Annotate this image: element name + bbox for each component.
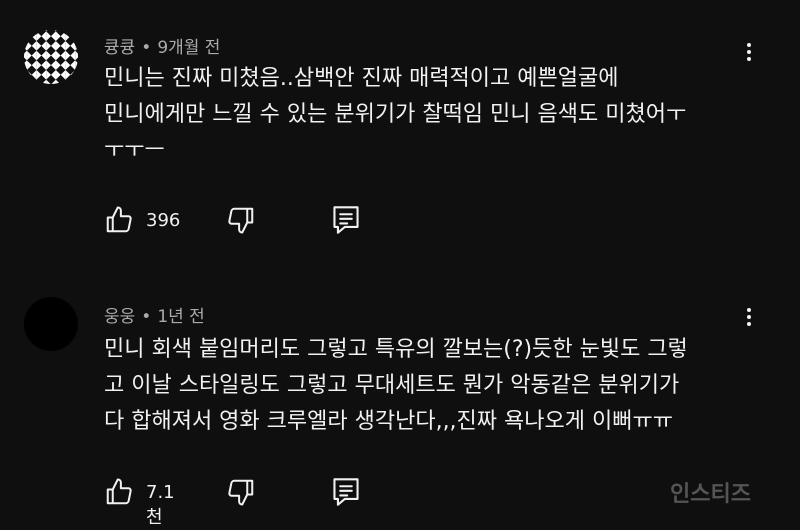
author-name[interactable]: 웅웅 xyxy=(104,307,135,327)
dislike-button[interactable] xyxy=(226,477,256,507)
avatar[interactable] xyxy=(24,297,78,351)
more-options-icon[interactable] xyxy=(742,40,756,64)
like-button[interactable] xyxy=(104,205,134,235)
comment-text: 민니 회색 붙임머리도 그렇고 특유의 깔보는(?)듯한 눈빛도 그렇 고 이날… xyxy=(104,337,688,434)
comment-text: 민니는 진짜 미쳤음..삼백안 진짜 매력적이고 예쁜얼굴에 민니에게만 느낄 … xyxy=(104,66,687,163)
dislike-button[interactable] xyxy=(226,205,256,235)
reply-button[interactable] xyxy=(332,477,360,507)
comment-time[interactable]: 9개월 전 xyxy=(157,38,220,58)
like-button[interactable] xyxy=(104,477,134,507)
like-count: 7.1천 xyxy=(146,482,175,528)
more-options-icon[interactable] xyxy=(742,305,756,329)
comment-meta: 큥큥 • 9개월 전 xyxy=(104,38,221,58)
thumbs-up-icon xyxy=(106,206,132,233)
watermark: 인스티즈 xyxy=(670,482,751,507)
reply-icon xyxy=(333,206,359,234)
thumbs-up-icon xyxy=(106,478,132,505)
comment-meta: 웅웅 • 1년 전 xyxy=(104,307,205,327)
thumbs-down-icon xyxy=(228,479,254,506)
comment-time[interactable]: 1년 전 xyxy=(157,307,205,327)
thumbs-down-icon xyxy=(228,207,254,234)
reply-button[interactable] xyxy=(332,205,360,235)
author-name[interactable]: 큥큥 xyxy=(104,38,135,58)
reply-icon xyxy=(333,478,359,506)
like-count: 396 xyxy=(146,210,181,231)
avatar[interactable] xyxy=(24,30,78,84)
